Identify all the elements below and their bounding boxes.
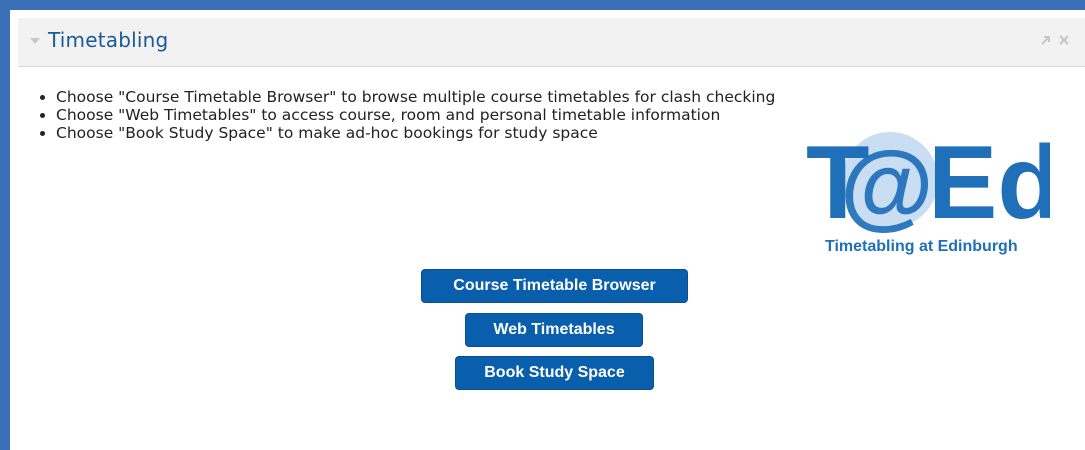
block-header[interactable]: Timetabling — [18, 18, 1085, 67]
list-item: Choose "Book Study Space" to make ad-hoc… — [56, 124, 796, 142]
list-item: Choose "Web Timetables" to access course… — [56, 106, 796, 124]
close-icon[interactable] — [1058, 34, 1070, 46]
course-timetable-browser-button[interactable]: Course Timetable Browser — [421, 269, 688, 303]
block-title: Timetabling — [48, 28, 169, 52]
book-study-space-button[interactable]: Book Study Space — [455, 356, 654, 390]
web-timetables-button[interactable]: Web Timetables — [465, 313, 643, 347]
window-frame-left — [0, 0, 10, 450]
logo-at-symbol: @ — [840, 132, 934, 239]
instructions-list: Choose "Course Timetable Browser" to bro… — [36, 88, 796, 142]
logo-tagline: Timetabling at Edinburgh — [825, 238, 1018, 255]
logo-letters-ed: Ed — [928, 125, 1050, 241]
dock-icon[interactable] — [1040, 34, 1052, 46]
chevron-down-icon[interactable] — [30, 38, 40, 44]
taed-logo: T @ Ed Timetabling at Edinburgh — [806, 125, 1050, 255]
window-frame-top — [0, 0, 1085, 10]
list-item: Choose "Course Timetable Browser" to bro… — [56, 88, 796, 106]
